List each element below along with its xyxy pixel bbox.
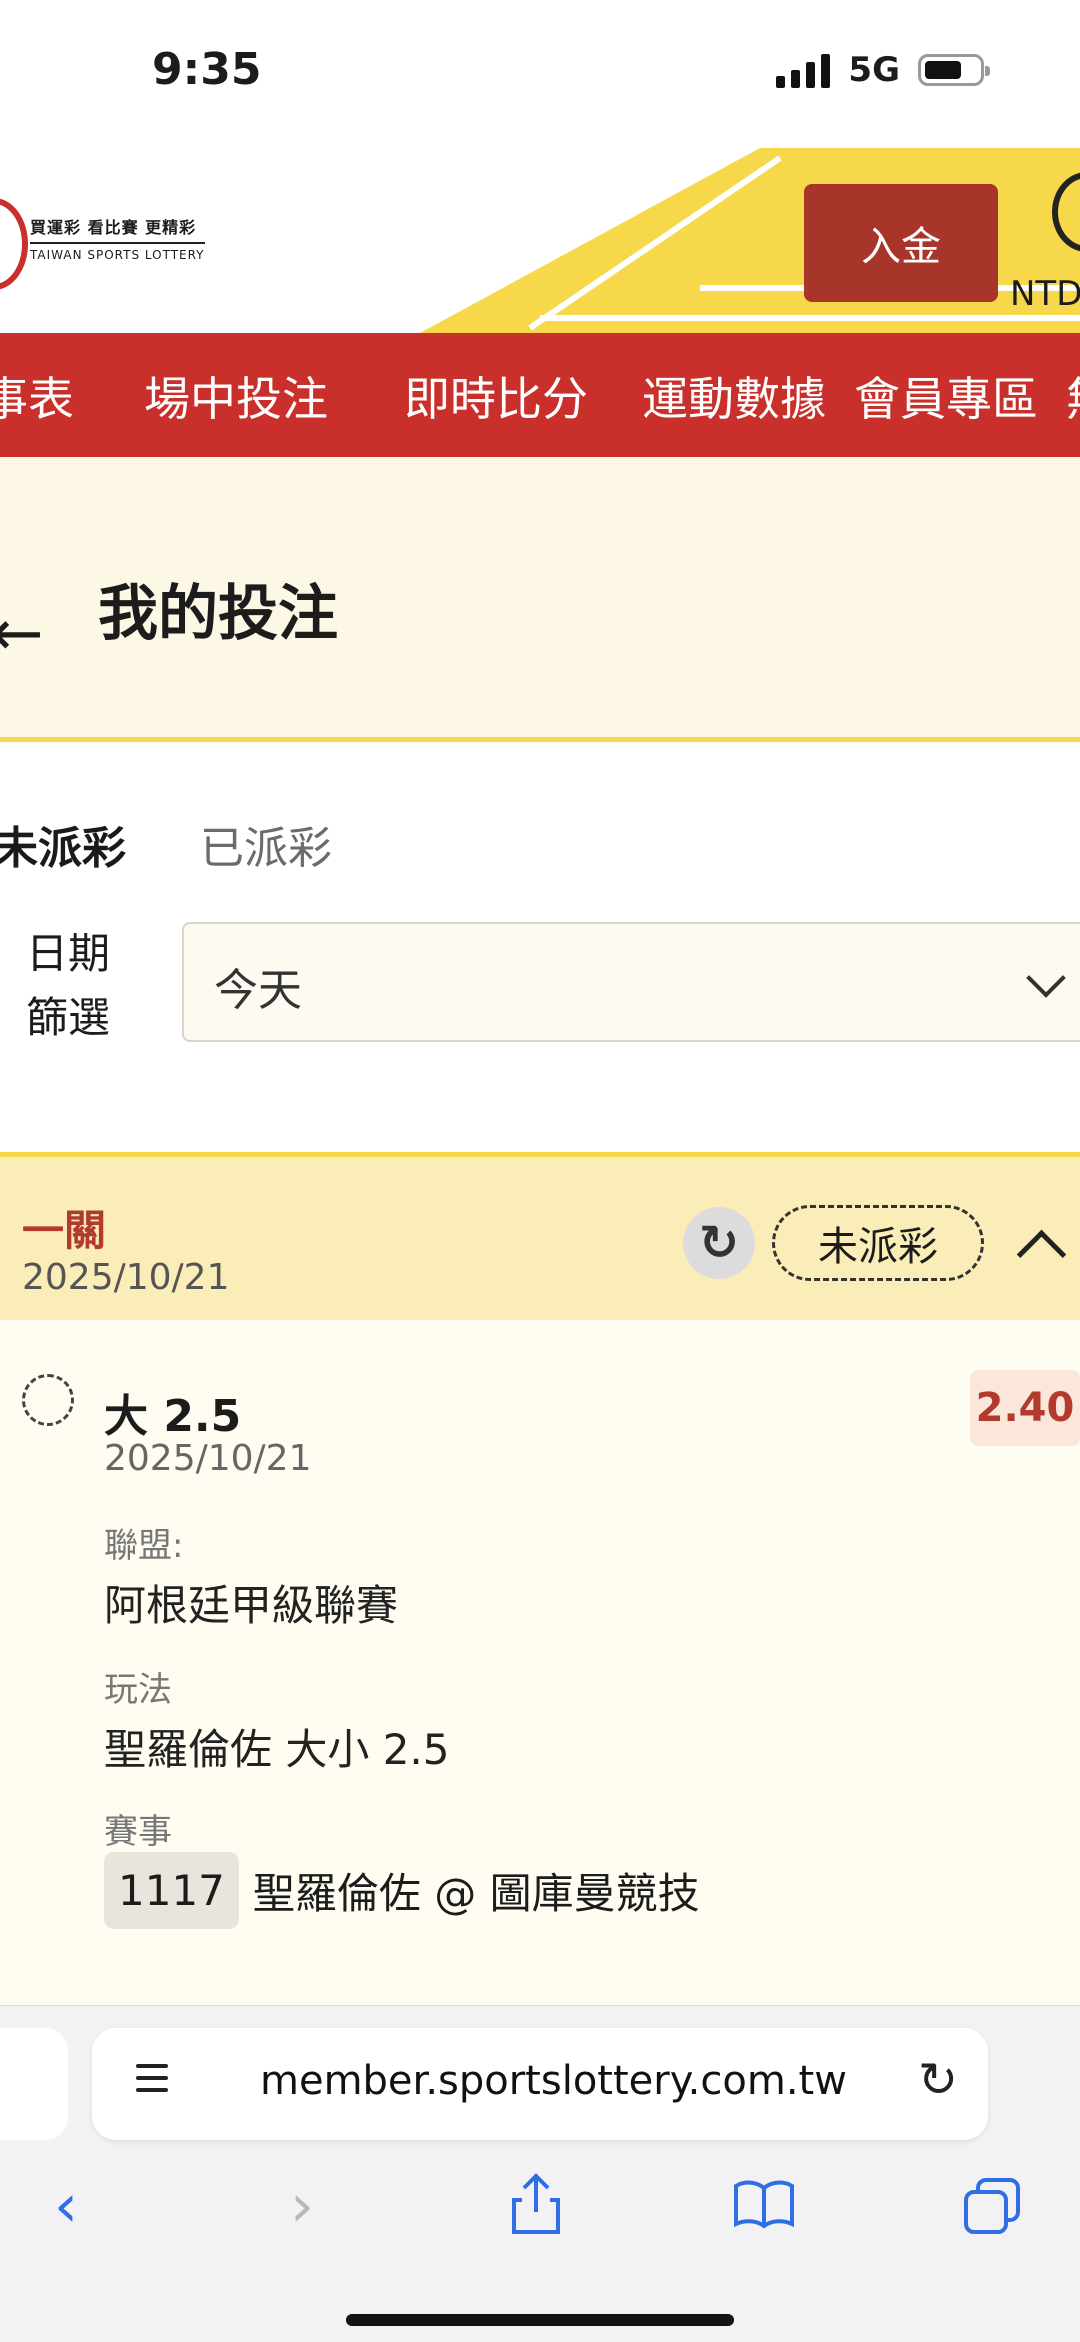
browser-toolbar: ‹ › — [0, 2166, 1080, 2246]
status-badge: 未派彩 — [772, 1205, 984, 1281]
nav-item-live-betting[interactable]: 場中投注 — [144, 363, 328, 429]
nav-item-schedule[interactable]: 事表 — [0, 363, 74, 429]
event-label: 賽事 — [104, 1812, 172, 1852]
previous-tab-peek[interactable] — [0, 2028, 68, 2140]
back-icon[interactable]: ‹ — [54, 2176, 78, 2236]
date-filter-value: 今天 — [214, 965, 302, 1016]
network-type: 5G — [848, 50, 900, 90]
bet-type: 一關 — [22, 1206, 107, 1255]
bet-status-tabs: 未派彩 已派彩 — [0, 742, 1080, 900]
bet-card-body: 大 2.5 2025/10/21 2.40 聯盟: 阿根廷甲級聯賽 玩法 聖羅倫… — [0, 1320, 1080, 2005]
address-bar[interactable]: member.sportslottery.com.tw ↻ — [92, 2028, 988, 2140]
url-text[interactable]: member.sportslottery.com.tw — [260, 2058, 847, 2104]
logo-english: TAIWAN SPORTS LOTTERY — [30, 248, 205, 262]
event-info: 1117 聖羅倫佐 @ 圖庫曼競技 — [104, 1852, 700, 1929]
odds-badge: 2.40 — [970, 1370, 1080, 1446]
market-label: 玩法 — [104, 1670, 172, 1710]
currency-label: NTD — [1010, 274, 1080, 314]
chevron-down-icon — [1026, 958, 1066, 998]
bookmarks-icon[interactable] — [732, 2178, 796, 2230]
event-code: 1117 — [104, 1852, 239, 1929]
reader-mode-icon[interactable] — [136, 2064, 168, 2104]
league-value: 阿根廷甲級聯賽 — [104, 1581, 399, 1630]
nav-item-more[interactable]: 無 — [1066, 363, 1080, 429]
forward-icon[interactable]: › — [290, 2176, 314, 2236]
home-indicator[interactable] — [346, 2314, 734, 2326]
market-value: 聖羅倫佐 大小 2.5 — [104, 1725, 450, 1774]
bet-card-header[interactable]: 一關 2025/10/21 ↻ 未派彩 — [0, 1152, 1080, 1320]
reload-icon[interactable]: ↻ — [918, 2052, 958, 2108]
nav-item-member-area[interactable]: 會員專區 — [854, 363, 1038, 429]
logo-slogan: 買運彩 看比賽 更精彩 — [30, 214, 205, 244]
date-filter: 日期篩選 今天 — [0, 892, 1080, 1152]
signal-icon — [776, 52, 831, 88]
date-filter-label: 日期篩選 — [26, 929, 111, 1042]
status-indicators: 5G — [776, 50, 990, 90]
nav-item-sports-data[interactable]: 運動數據 — [642, 363, 826, 429]
tab-unsettled[interactable]: 未派彩 — [0, 812, 126, 900]
browser-chrome: member.sportslottery.com.tw ↻ ‹ › — [0, 2005, 1080, 2342]
page-title: 我的投注 — [98, 579, 338, 649]
tabs-icon[interactable] — [962, 2176, 1022, 2236]
refresh-icon[interactable]: ↻ — [683, 1207, 755, 1279]
event-name: 聖羅倫佐 @ 圖庫曼競技 — [252, 1869, 700, 1918]
status-time: 9:35 — [152, 44, 262, 95]
logo-icon[interactable] — [0, 198, 28, 290]
site-header: 買運彩 看比賽 更精彩 TAIWAN SPORTS LOTTERY 入金 NTD — [0, 148, 1080, 333]
pending-result-icon — [22, 1374, 74, 1426]
share-icon[interactable] — [508, 2172, 564, 2236]
page-header: ← 我的投注 — [0, 457, 1080, 742]
date-filter-select[interactable]: 今天 — [182, 922, 1080, 1042]
chevron-up-icon[interactable] — [1016, 1229, 1067, 1280]
main-nav: 事表 場中投注 即時比分 運動數據 會員專區 無 — [0, 333, 1080, 457]
nav-item-live-scores[interactable]: 即時比分 — [404, 363, 588, 429]
tab-settled[interactable]: 已派彩 — [200, 812, 332, 892]
back-arrow-icon[interactable]: ← — [0, 597, 44, 671]
status-bar: 9:35 5G — [0, 0, 1080, 148]
battery-icon — [918, 54, 990, 86]
bet-date: 2025/10/21 — [22, 1257, 230, 1298]
selection-date: 2025/10/21 — [104, 1438, 312, 1479]
deposit-button[interactable]: 入金 — [804, 184, 998, 302]
logo[interactable]: 買運彩 看比賽 更精彩 TAIWAN SPORTS LOTTERY — [30, 214, 205, 262]
selection-name: 大 2.5 — [104, 1391, 242, 1442]
league-label: 聯盟: — [104, 1526, 184, 1566]
